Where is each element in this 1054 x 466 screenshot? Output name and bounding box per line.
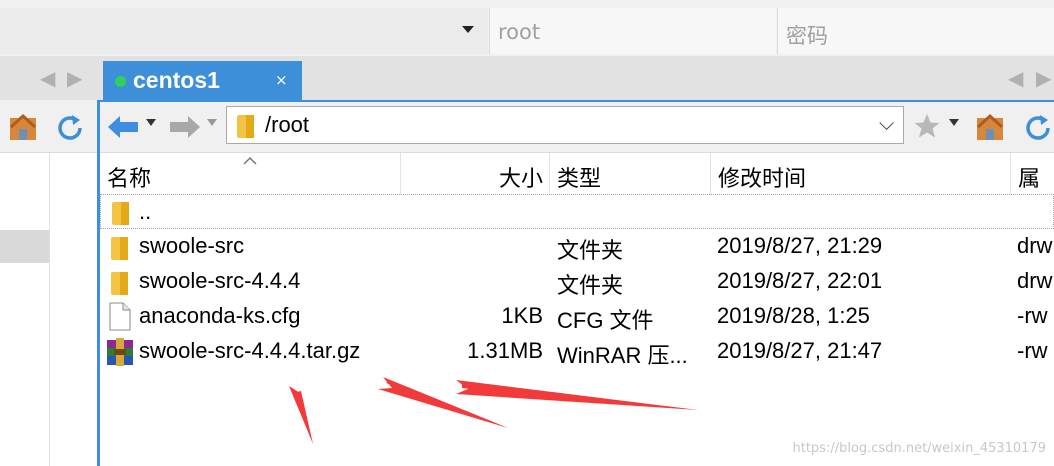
annotation-arrows	[289, 374, 698, 444]
annotation-arrow	[297, 391, 313, 444]
annotation-arrow	[289, 374, 313, 444]
watermark: https://blog.csdn.net/weixin_45310179	[792, 441, 1046, 456]
annotation-arrow	[456, 380, 698, 410]
